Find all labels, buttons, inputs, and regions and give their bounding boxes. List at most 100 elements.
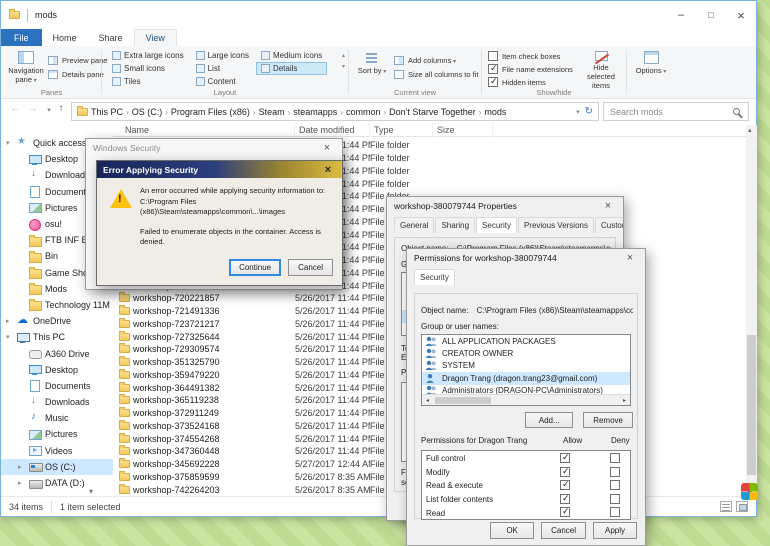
ribbon-tab-home[interactable]: Home <box>42 29 88 46</box>
view-option-details[interactable]: Details <box>256 62 327 75</box>
search-input[interactable] <box>610 107 733 117</box>
sidebar-item-technology-11m[interactable]: Technology 11M <box>1 297 113 313</box>
layout-scroll-arrows[interactable] <box>342 52 345 70</box>
add-columns-button[interactable]: Add columns <box>394 54 456 66</box>
group-item-all-application-packages[interactable]: ALL APPLICATION PACKAGES <box>422 335 630 347</box>
properties-tab-security[interactable]: Security <box>476 217 517 233</box>
large-thumbnails-view-icon[interactable] <box>736 501 748 512</box>
sidebar-item-music[interactable]: Music <box>1 410 113 426</box>
chevron-icon[interactable] <box>6 333 10 341</box>
options-button[interactable]: Options <box>632 48 670 90</box>
close-icon[interactable] <box>600 200 616 212</box>
hide-selected-items-button[interactable]: Hide selected items <box>579 48 623 90</box>
dialog-title-bar[interactable]: Permissions for workshop-380079744 <box>407 249 645 267</box>
ok-button[interactable]: OK <box>490 522 534 539</box>
details-pane-button[interactable]: Details pane <box>48 68 104 80</box>
ribbon-tab-share[interactable]: Share <box>88 29 134 46</box>
properties-tab-customize[interactable]: Customize <box>595 217 624 233</box>
up-button[interactable] <box>53 103 69 114</box>
size-all-columns-button[interactable]: Size all columns to fit <box>394 68 478 80</box>
allow-checkbox[interactable] <box>560 467 570 477</box>
cancel-button[interactable]: Cancel <box>541 522 586 539</box>
refresh-icon[interactable] <box>585 106 593 117</box>
breadcrumb-item-mods[interactable]: mods <box>481 107 509 117</box>
scrollbar-up-icon[interactable] <box>748 126 752 134</box>
column-header-name[interactable]: Name <box>113 123 295 137</box>
allow-checkbox[interactable] <box>560 494 570 504</box>
scrollbar-thumb[interactable] <box>435 397 491 404</box>
close-icon[interactable] <box>319 142 335 154</box>
breadcrumb-item-steam[interactable]: Steam <box>256 107 288 117</box>
vertical-scrollbar[interactable] <box>746 125 757 498</box>
allow-checkbox[interactable] <box>560 453 570 463</box>
breadcrumb-item-this-pc[interactable]: This PC <box>88 107 126 117</box>
forward-button[interactable] <box>25 103 41 114</box>
title-bar[interactable]: mods <box>1 1 756 29</box>
group-item-creator-owner[interactable]: CREATOR OWNER <box>422 347 630 359</box>
sidebar-item-onedrive[interactable]: OneDrive <box>1 313 113 329</box>
properties-tab-general[interactable]: General <box>394 217 434 233</box>
dialog-title-bar[interactable]: Error Applying Security <box>97 161 342 178</box>
chevron-icon[interactable] <box>6 139 10 147</box>
desktop-icon[interactable] <box>741 483 758 500</box>
preview-pane-button[interactable]: Preview pane <box>48 54 107 66</box>
sort-by-button[interactable]: Sort by <box>354 48 390 90</box>
scrollbar-thumb[interactable] <box>747 335 756 475</box>
breadcrumb-item-common[interactable]: common <box>343 107 384 117</box>
continue-button[interactable]: Continue <box>229 259 281 276</box>
sidebar-item-this-pc[interactable]: This PC <box>1 329 113 345</box>
view-option-content[interactable]: Content <box>191 75 254 88</box>
close-icon[interactable] <box>622 252 638 264</box>
chevron-icon[interactable] <box>18 479 22 487</box>
deny-checkbox[interactable] <box>610 480 620 490</box>
dialog-title-bar[interactable]: workshop-380079744 Properties <box>387 197 623 215</box>
view-option-extra-large-icons[interactable]: Extra large icons <box>107 49 189 62</box>
security-tab[interactable]: Security <box>414 269 455 285</box>
ribbon-tab-view[interactable]: View <box>134 29 177 46</box>
group-list[interactable]: ALL APPLICATION PACKAGESCREATOR OWNERSYS… <box>421 334 631 406</box>
view-option-large-icons[interactable]: Large icons <box>191 49 254 62</box>
scroll-down-icon[interactable] <box>342 63 345 70</box>
sidebar-item-desktop[interactable]: Desktop <box>1 362 113 378</box>
breadcrumb-item-os-c[interactable]: OS (C:) <box>129 107 166 117</box>
scroll-right-icon[interactable] <box>619 397 630 404</box>
sidebar-scroll-down-icon[interactable] <box>89 487 93 496</box>
address-bar[interactable]: This PCOS (C:)Program Files (x86)Steamst… <box>71 102 599 121</box>
dialog-title-bar[interactable]: Windows Security <box>86 139 342 157</box>
sidebar-item-os-c[interactable]: OS (C:) <box>1 459 113 475</box>
apply-button[interactable]: Apply <box>593 522 637 539</box>
deny-checkbox[interactable] <box>610 507 620 517</box>
view-option-tiles[interactable]: Tiles <box>107 75 189 88</box>
view-option-list[interactable]: List <box>191 62 254 75</box>
deny-checkbox[interactable] <box>610 494 620 504</box>
properties-tab-sharing[interactable]: Sharing <box>435 217 475 233</box>
minimize-button[interactable] <box>666 1 696 29</box>
scroll-up-icon[interactable] <box>342 52 345 59</box>
maximize-button[interactable] <box>696 1 726 29</box>
sidebar-item-documents[interactable]: Documents <box>1 378 113 394</box>
sidebar-item-downloads[interactable]: Downloads <box>1 394 113 410</box>
add-button[interactable]: Add... <box>525 412 573 428</box>
details-view-icon[interactable] <box>720 501 732 512</box>
sidebar-item-a360-drive[interactable]: A360 Drive <box>1 345 113 361</box>
remove-button[interactable]: Remove <box>583 412 633 428</box>
group-item-system[interactable]: SYSTEM <box>422 360 630 372</box>
view-option-medium-icons[interactable]: Medium icons <box>256 49 327 62</box>
group-item-dragon-trang-dragon-trang23-gmail-com[interactable]: Dragon Trang (dragon.trang23@gmail.com) <box>422 372 630 384</box>
address-dropdown-icon[interactable] <box>576 108 580 116</box>
navigation-pane-button[interactable]: Navigation pane <box>6 48 46 90</box>
deny-checkbox[interactable] <box>610 453 620 463</box>
sidebar-item-videos[interactable]: Videos <box>1 443 113 459</box>
ribbon-checkbox-hidden-items[interactable]: Hidden items <box>488 77 573 87</box>
allow-checkbox[interactable] <box>560 480 570 490</box>
scroll-left-icon[interactable] <box>422 397 433 404</box>
properties-tab-previous-versions[interactable]: Previous Versions <box>518 217 594 233</box>
allow-checkbox[interactable] <box>560 507 570 517</box>
chevron-icon[interactable] <box>6 317 10 325</box>
view-option-small-icons[interactable]: Small icons <box>107 62 189 75</box>
column-header-date-modified[interactable]: Date modified <box>295 123 370 137</box>
column-header-size[interactable]: Size <box>433 123 493 137</box>
horizontal-scrollbar[interactable] <box>422 394 630 405</box>
ribbon-checkbox-file-name-extensions[interactable]: File name extensions <box>488 64 573 74</box>
breadcrumb-item-don-t-starve-together[interactable]: Don't Starve Together <box>386 107 479 117</box>
